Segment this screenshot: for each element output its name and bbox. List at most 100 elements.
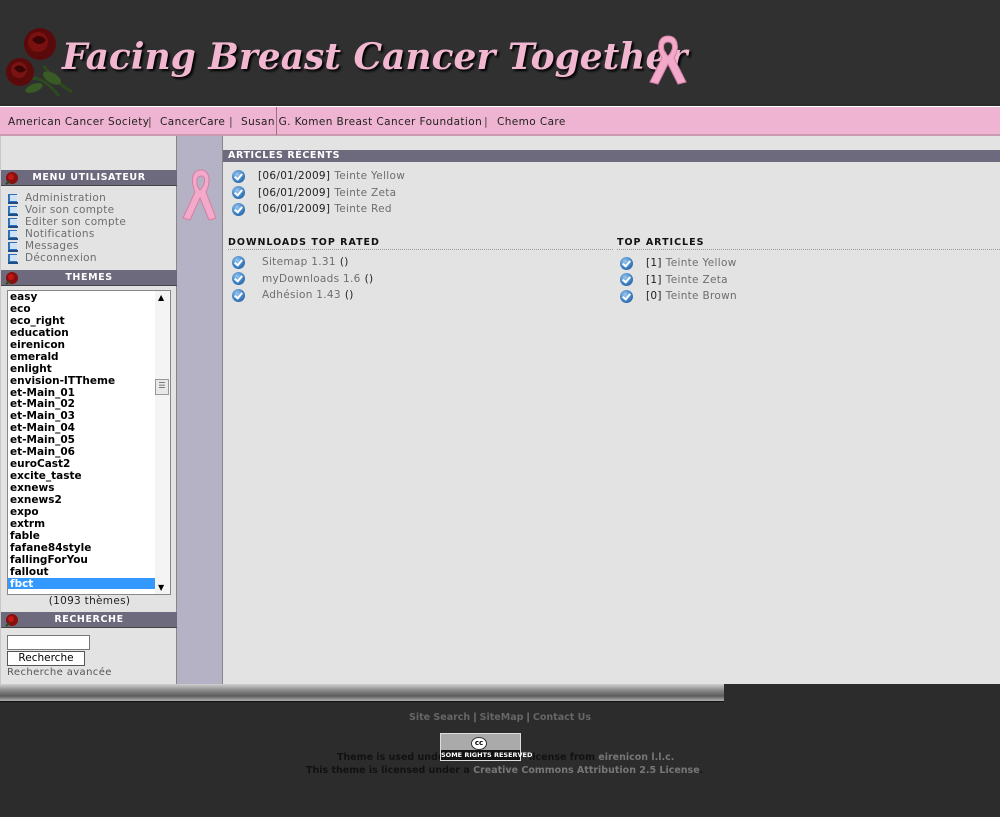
theme-option[interactable]: education: [8, 327, 156, 339]
list-item[interactable]: myDownloads 1.6 (): [232, 271, 373, 288]
user-menu-item-notifications[interactable]: Notifications: [7, 228, 126, 240]
theme-option[interactable]: et-Main_04: [8, 422, 156, 434]
theme-option[interactable]: emerald: [8, 351, 156, 363]
check-icon: [232, 272, 245, 286]
theme-option[interactable]: expo: [8, 506, 156, 518]
scroll-thumb[interactable]: ☰: [155, 379, 169, 395]
link-divider: [276, 107, 277, 135]
rose-icon: [5, 172, 18, 185]
theme-option[interactable]: et-Main_01: [8, 387, 156, 399]
theme-option[interactable]: eco: [8, 303, 156, 315]
top-articles-list: [1] Teinte Yellow [1] Teinte Zeta [0] Te…: [620, 255, 737, 305]
theme-option[interactable]: extrm: [8, 518, 156, 530]
pink-ribbon-icon: [182, 169, 217, 221]
theme-option[interactable]: exnews: [8, 482, 156, 494]
theme-option[interactable]: fallout: [8, 566, 156, 578]
top-articles-title: TOP ARTICLES: [617, 237, 705, 248]
book-icon: [8, 205, 18, 216]
list-item[interactable]: Sitemap 1.31 (): [232, 254, 373, 271]
check-icon: [620, 273, 633, 287]
rose-icon: [5, 272, 18, 285]
theme-option[interactable]: enlight: [8, 363, 156, 375]
left-sidebar: MENU UTILISATEUR Administration Voir son…: [0, 136, 177, 684]
main-area: MENU UTILISATEUR Administration Voir son…: [0, 136, 1000, 684]
check-icon: [232, 288, 245, 302]
list-item[interactable]: [1] Teinte Zeta: [620, 272, 737, 289]
links-bar: American Cancer Society | CancerCare | S…: [0, 104, 1000, 136]
themes-title: THEMES: [1, 270, 177, 286]
center-content: ARTICLES RÉCENTS [06/01/2009] Teinte Yel…: [223, 136, 1000, 684]
user-menu-item-deconnexion[interactable]: Déconnexion: [7, 252, 126, 264]
list-item[interactable]: [06/01/2009] Teinte Yellow: [232, 168, 405, 185]
creative-commons-badge[interactable]: cc SOME RIGHTS RESERVED: [440, 733, 533, 761]
user-menu-item-messages[interactable]: Messages: [7, 240, 126, 252]
theme-option[interactable]: envision-ITTheme: [8, 375, 156, 387]
footer-link-contact-us[interactable]: Contact Us: [533, 712, 591, 723]
book-icon: [8, 253, 18, 264]
theme-option[interactable]: excite_taste: [8, 470, 156, 482]
scroll-down-arrow-icon[interactable]: ▼: [158, 583, 164, 592]
theme-option[interactable]: fbct: [8, 577, 156, 589]
list-item[interactable]: Adhésion 1.43 (): [232, 287, 373, 304]
footer-bar: [0, 684, 724, 702]
theme-option[interactable]: exnews2: [8, 494, 156, 506]
user-menu-item-administration[interactable]: Administration: [7, 192, 126, 204]
check-icon: [232, 202, 245, 216]
book-icon: [8, 241, 18, 252]
rose-icon: [5, 614, 18, 627]
themes-select-list[interactable]: easy eco eco_right education eirenicon emeral…: [7, 290, 171, 595]
advanced-search-link[interactable]: Recherche avancée: [7, 667, 112, 678]
downloads-list: Sitemap 1.31 () myDownloads 1.6 () Adhés…: [232, 254, 373, 304]
list-item[interactable]: [06/01/2009] Teinte Zeta: [232, 185, 405, 202]
list-item[interactable]: [06/01/2009] Teinte Red: [232, 201, 405, 218]
cc-logo-icon: cc: [471, 737, 487, 750]
ribbon-column: [177, 136, 223, 684]
list-item[interactable]: [1] Teinte Yellow: [620, 255, 737, 272]
downloads-top-rated-title: DOWNLOADS TOP RATED: [228, 237, 380, 248]
themes-scrollbar[interactable]: ▲ ☰ ▼: [155, 291, 170, 594]
footer-links: Site Search | SiteMap | Contact Us: [409, 712, 591, 723]
link-chemo-care[interactable]: Chemo Care: [497, 116, 566, 128]
check-icon: [620, 289, 633, 303]
link-separator: |: [148, 115, 152, 128]
theme-option[interactable]: euroCast2: [8, 458, 156, 470]
check-icon: [232, 186, 245, 200]
theme-option[interactable]: fable: [8, 530, 156, 542]
link-cancercare[interactable]: CancerCare: [160, 116, 225, 128]
footer-company-link[interactable]: eirenicon l.l.c.: [598, 752, 674, 763]
link-susan-g-komen[interactable]: Susan G. Komen Breast Cancer Foundation: [241, 116, 482, 128]
theme-option[interactable]: et-Main_02: [8, 398, 156, 410]
user-menu-title: MENU UTILISATEUR: [1, 170, 177, 186]
user-menu-item-editer-son-compte[interactable]: Editer son compte: [7, 216, 126, 228]
theme-option[interactable]: et-Main_06: [8, 446, 156, 458]
search-input[interactable]: [7, 635, 90, 650]
check-icon: [232, 255, 245, 269]
theme-option[interactable]: eco_right: [8, 315, 156, 327]
check-icon: [232, 169, 245, 183]
theme-option[interactable]: easy: [8, 291, 156, 303]
theme-option[interactable]: et-Main_03: [8, 410, 156, 422]
cc-badge-text: SOME RIGHTS RESERVED: [441, 750, 533, 760]
user-menu: Administration Voir son compte Editer so…: [7, 192, 126, 264]
theme-option[interactable]: fafane84style: [8, 542, 156, 554]
theme-option[interactable]: fallingForYou: [8, 554, 156, 566]
theme-option[interactable]: et-Main_05: [8, 434, 156, 446]
recent-articles-list: [06/01/2009] Teinte Yellow [06/01/2009] …: [232, 168, 405, 218]
book-icon: [8, 193, 18, 204]
book-icon: [8, 229, 18, 240]
link-american-cancer-society[interactable]: American Cancer Society: [8, 116, 149, 128]
scroll-up-arrow-icon[interactable]: ▲: [158, 293, 164, 302]
footer-link-sitemap[interactable]: SiteMap: [480, 712, 524, 723]
themes-count: (1093 thèmes): [48, 595, 131, 607]
site-header: Facing Breast Cancer Together: [0, 0, 1000, 104]
user-menu-item-voir-son-compte[interactable]: Voir son compte: [7, 204, 126, 216]
search-button[interactable]: Recherche: [7, 651, 85, 666]
divider: [617, 249, 1000, 250]
footer-license-link[interactable]: Creative Commons Attribution 2.5 License: [473, 765, 700, 776]
list-item[interactable]: [0] Teinte Brown: [620, 288, 737, 305]
recent-articles-title: ARTICLES RÉCENTS: [223, 150, 1000, 162]
footer-link-site-search[interactable]: Site Search: [409, 712, 470, 723]
book-icon: [8, 217, 18, 228]
theme-option[interactable]: eirenicon: [8, 339, 156, 351]
link-separator: |: [229, 115, 233, 128]
